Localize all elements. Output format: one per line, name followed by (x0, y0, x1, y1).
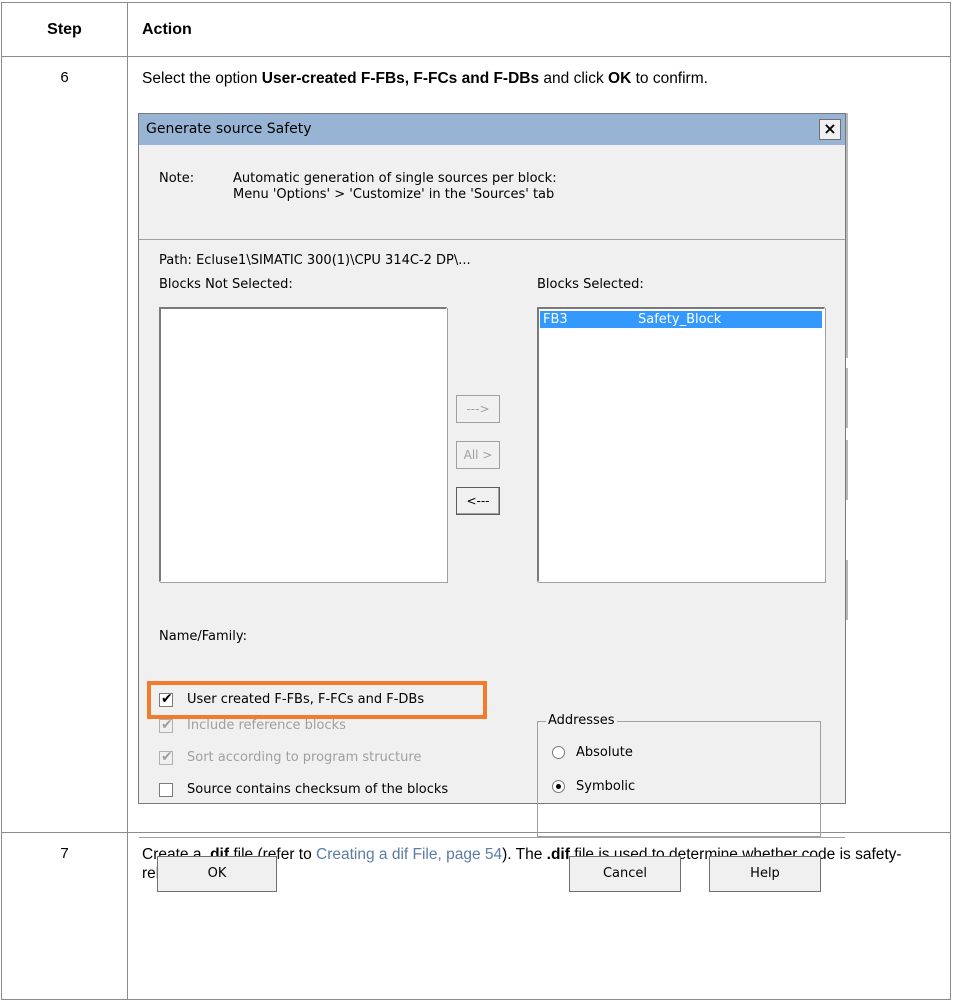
screenshot-edge (846, 560, 848, 620)
blocks-selected-list[interactable]: FB3 Safety_Block (537, 307, 825, 582)
list-item[interactable]: FB3 Safety_Block (540, 311, 822, 328)
check-icon: ✔ (161, 691, 173, 707)
cross-reference-link[interactable]: Creating a dif File, page 54 (316, 846, 502, 863)
checkbox-label: Sort according to program structure (187, 750, 422, 765)
text-run: ). The (502, 846, 547, 863)
footer-divider (139, 837, 845, 838)
add-button[interactable]: ---> (456, 395, 500, 423)
note-text: Automatic generation of single sources p… (233, 171, 557, 203)
step-header: Step (1, 2, 128, 57)
note-panel: Note: Automatic generation of single sou… (139, 145, 845, 240)
radio-label: Absolute (576, 745, 633, 760)
name-family-label: Name/Family: (159, 629, 247, 644)
checkbox-box: ✔ (159, 717, 173, 733)
radio-circle (552, 746, 565, 759)
action-text: Select the option User-created F-FBs, F-… (142, 69, 950, 88)
file-ext: .dif (546, 846, 570, 863)
add-all-button[interactable]: All > (456, 441, 500, 469)
blocks-not-selected-list[interactable] (159, 307, 447, 582)
radio-circle (552, 780, 565, 793)
checkbox-label: User created F-FBs, F-FCs and F-DBs (187, 692, 425, 707)
block-symbol: Safety_Block (638, 312, 722, 327)
blocks-not-selected-label: Blocks Not Selected: (159, 277, 293, 292)
screenshot-edge (846, 113, 848, 358)
close-button[interactable]: × (819, 119, 841, 140)
note-line: Menu 'Options' > 'Customize' in the 'Sou… (233, 187, 555, 202)
text-run: to confirm. (631, 70, 708, 87)
block-name: FB3 (543, 312, 568, 327)
checkbox-label: Include reference blocks (187, 718, 346, 733)
checkbox-box: ✔ (159, 749, 173, 765)
text-run: Select the option (142, 70, 262, 87)
step-number: 6 (1, 56, 128, 833)
checkbox-box (159, 783, 173, 797)
addresses-legend: Addresses (546, 713, 617, 728)
addresses-group: Addresses Absolute Symbolic (537, 713, 821, 837)
checkbox-label: Source contains checksum of the blocks (187, 782, 449, 797)
dialog-titlebar[interactable]: Generate source Safety × (139, 114, 845, 145)
generate-source-dialog: Generate source Safety × Note: Automatic… (138, 113, 846, 892)
ok-button[interactable]: OK (157, 856, 277, 892)
radio-dot (556, 784, 561, 789)
radio-label: Symbolic (576, 779, 636, 794)
blocks-selected-label: Blocks Selected: (537, 277, 644, 292)
dialog-title: Generate source Safety (146, 121, 312, 137)
note-label: Note: (159, 171, 195, 186)
cancel-button[interactable]: Cancel (569, 856, 681, 892)
help-button[interactable]: Help (709, 856, 821, 892)
option-name: User-created F-FBs, F-FCs and F-DBs (261, 70, 540, 87)
remove-button[interactable]: <--- (456, 487, 500, 515)
screenshot-edge (846, 440, 848, 500)
checkbox-box: ✔ (159, 691, 173, 707)
text-run: and click (539, 70, 609, 87)
check-icon: ✔ (161, 717, 173, 733)
note-line: Automatic generation of single sources p… (233, 171, 557, 186)
action-header: Action (127, 2, 951, 57)
path-text: Path: Ecluse1\SIMATIC 300(1)\CPU 314C-2 … (159, 253, 471, 268)
close-icon: × (823, 119, 837, 138)
ok-term: OK (608, 70, 632, 87)
check-icon: ✔ (161, 749, 173, 765)
screenshot-edge (846, 368, 848, 428)
step-number: 7 (1, 832, 128, 1000)
